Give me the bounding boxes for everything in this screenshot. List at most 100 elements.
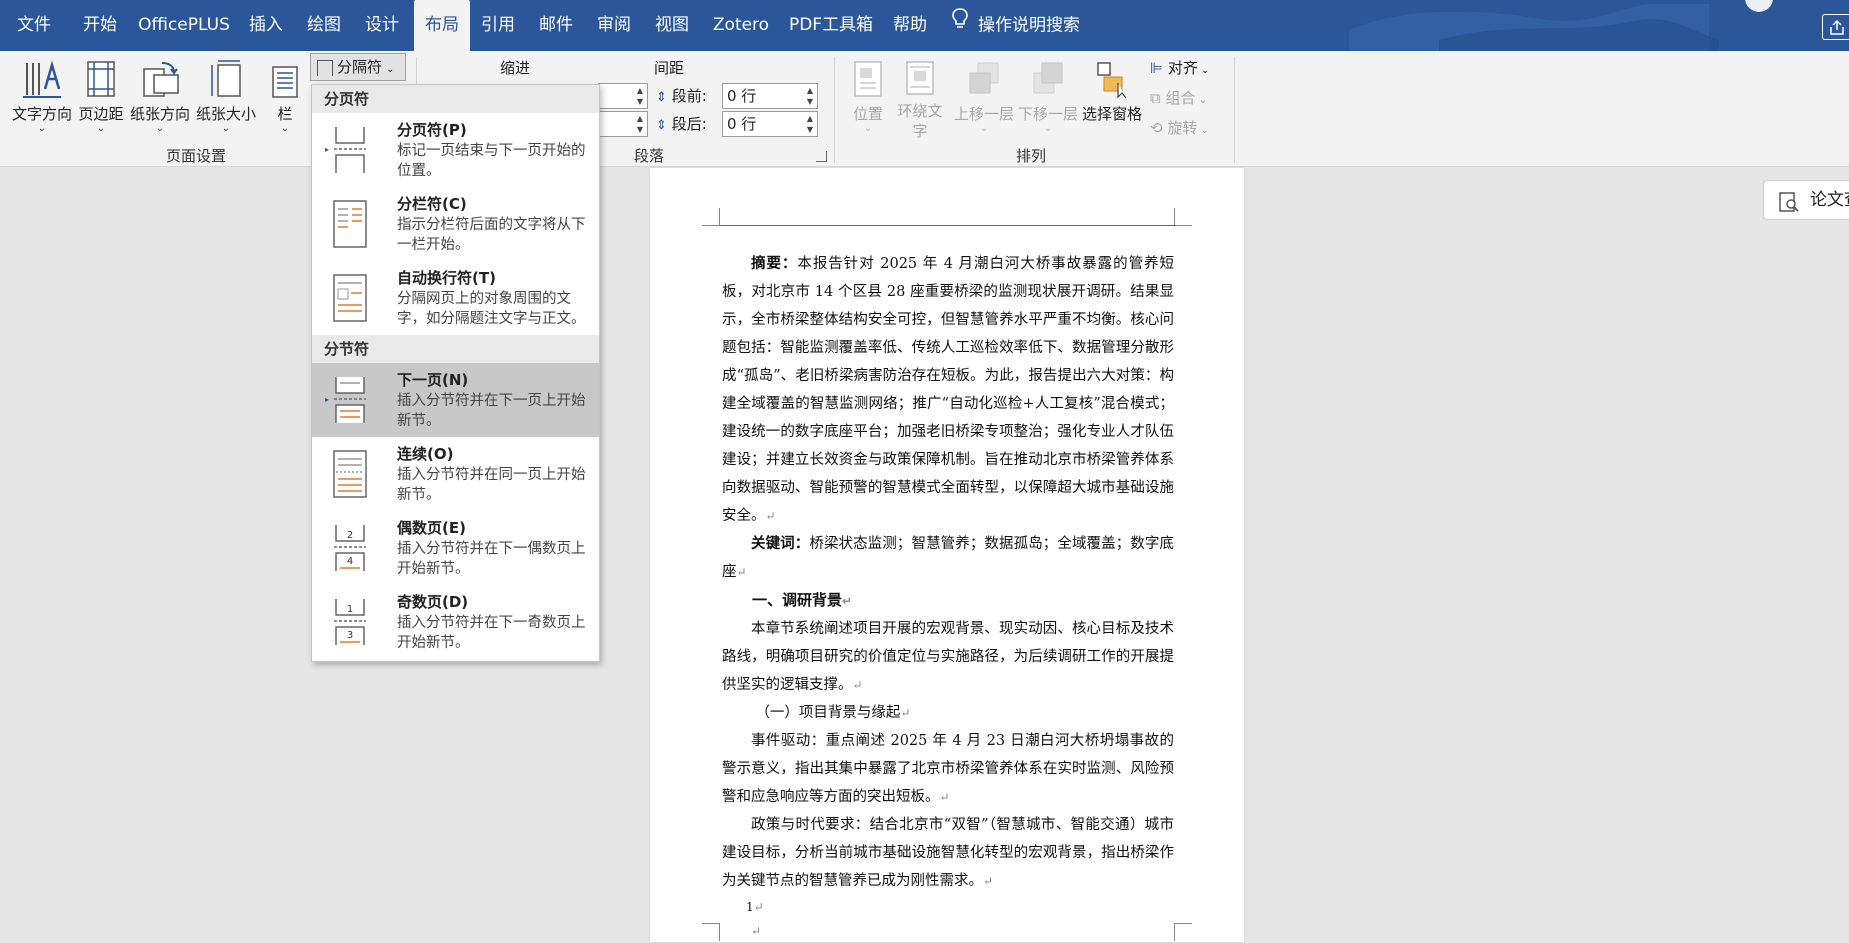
pointer-icon: ▸	[325, 395, 330, 404]
wrap-text-button[interactable]: 环绕文字	[894, 59, 946, 141]
tab-file[interactable]: 文件	[12, 0, 56, 51]
share-icon[interactable]	[1822, 14, 1849, 40]
space-after-label: ⇕ 段后:	[656, 115, 707, 133]
send-backward-icon	[1033, 62, 1063, 94]
breaks-icon	[317, 59, 333, 76]
tab-review[interactable]: 审阅	[592, 0, 636, 51]
pointer-icon: ▸	[325, 145, 330, 154]
chevron-down-icon: ⌄	[386, 64, 395, 75]
align-icon: ⊫	[1150, 59, 1164, 77]
item-description: 插入分节符并在下一奇数页上开始新节。	[397, 615, 586, 651]
header-rule	[720, 225, 1176, 226]
lightbulb-icon	[952, 0, 968, 51]
text-wrapping-break-item[interactable]: 自动换行符(T) 分隔网页上的对象周围的文字，如分隔题注文字与正文。	[312, 261, 599, 335]
rotate-button[interactable]: ⟲ 旋转 ⌄	[1150, 117, 1209, 138]
selection-pane-button[interactable]: 选择窗格	[1080, 59, 1144, 124]
crop-mark	[702, 923, 720, 941]
tab-home[interactable]: 开始	[78, 0, 122, 51]
spacing-label: 间距	[654, 59, 685, 77]
item-description: 分隔网页上的对象周围的文字，如分隔题注文字与正文。	[397, 291, 586, 327]
column-break-item[interactable]: 分栏符(C) 指示分栏符后面的文字将从下一栏开始。	[312, 187, 599, 261]
margins-button[interactable]: 页边距 ⌄	[76, 59, 126, 134]
orientation-button[interactable]: 纸张方向 ⌄	[128, 59, 192, 134]
spin-arrows: ▲ ▼	[636, 114, 644, 134]
crop-mark	[1174, 208, 1192, 226]
paragraph-dialog-launcher[interactable]	[816, 151, 827, 162]
continuous-item[interactable]: 连续(O) 插入分节符并在同一页上开始新节。	[312, 437, 599, 511]
abstract-paragraph: 摘要：本报告针对 2025 年 4 月潮白河大桥事故暴露的管养短板，对北京市 1…	[722, 256, 1175, 524]
heading-background: 一、调研背景↵	[752, 591, 853, 609]
column-break-icon	[333, 200, 367, 248]
item-title: 分页符(P)	[397, 121, 467, 139]
spin-arrows: ▲ ▼	[806, 86, 814, 106]
breaks-label: 分隔符	[337, 58, 383, 76]
even-page-item[interactable]: 24 偶数页(E) 插入分节符并在下一偶数页上开始新节。	[312, 511, 599, 585]
bring-forward-icon	[969, 62, 999, 94]
indent-label: 缩进	[500, 59, 531, 77]
columns-icon	[272, 66, 298, 98]
paper-size-icon	[211, 60, 241, 97]
tab-pdf-toolbox[interactable]: PDF工具箱	[788, 0, 874, 51]
indent-left-stepper[interactable]: ▲ ▼	[598, 83, 648, 109]
tab-officeplus[interactable]: OfficePLUS	[138, 0, 230, 51]
tab-view[interactable]: 视图	[650, 0, 694, 51]
keywords-paragraph: 关键词：桥梁状态监测；智慧管养；数据孤岛；全域覆盖；数字底座↵	[722, 536, 1174, 580]
space-after-stepper[interactable]: 0 行 ▲ ▼	[722, 111, 818, 137]
item-title: 连续(O)	[397, 445, 454, 463]
send-backward-label: 下移一层	[1017, 105, 1078, 123]
text-direction-button[interactable]: 文字方向 ⌄	[10, 59, 74, 134]
align-button[interactable]: ⊫ 对齐 ⌄	[1150, 57, 1209, 78]
space-before-stepper[interactable]: 0 行 ▲ ▼	[722, 83, 818, 109]
group-icon: ⧉	[1150, 89, 1161, 107]
title-decoration	[1289, 0, 1849, 51]
tell-me-search[interactable]: 操作说明搜索	[952, 0, 1092, 51]
rotate-icon: ⟲	[1150, 119, 1163, 137]
ribbon: 文字方向 ⌄ 页边距 ⌄ 纸张方向 ⌄ 纸张大小 ⌄ 栏 ⌄ 分隔符 ⌄ 页面设置…	[0, 51, 1849, 167]
tell-me-label: 操作说明搜索	[978, 15, 1080, 36]
abstract-label: 摘要：	[751, 256, 798, 272]
next-page-item[interactable]: ▸ 下一页(N) 插入分节符并在下一页上开始新节。	[312, 363, 599, 437]
size-button[interactable]: 纸张大小 ⌄	[194, 59, 258, 134]
page-break-item[interactable]: ▸ 分页符(P) 标记一页结束与下一页开始的位置。	[312, 113, 599, 187]
chevron-down-icon: ⌄	[1043, 123, 1053, 134]
crop-mark	[702, 208, 720, 226]
item-title: 自动换行符(T)	[397, 269, 496, 287]
item-description: 指示分栏符后面的文字将从下一栏开始。	[397, 217, 586, 253]
tab-draw[interactable]: 绘图	[302, 0, 346, 51]
tab-mailings[interactable]: 邮件	[534, 0, 578, 51]
item-description: 插入分节符并在下一页上开始新节。	[397, 393, 586, 429]
text-direction-icon	[23, 60, 61, 98]
position-icon	[854, 61, 882, 97]
tab-help[interactable]: 帮助	[888, 0, 932, 51]
item-title: 分栏符(C)	[397, 195, 467, 213]
continuous-icon	[333, 450, 367, 498]
group-button[interactable]: ⧉ 组合 ⌄	[1150, 87, 1207, 108]
bring-forward-button[interactable]: 上移一层 ⌄	[952, 59, 1016, 134]
document-page[interactable]: 摘要：本报告针对 2025 年 4 月潮白河大桥事故暴露的管养短板，对北京市 1…	[650, 168, 1244, 942]
tab-references[interactable]: 引用	[476, 0, 520, 51]
tab-layout[interactable]: 布局	[414, 0, 470, 51]
position-button[interactable]: 位置 ⌄	[846, 59, 890, 134]
item-title: 下一页(N)	[397, 371, 469, 389]
menu-bar: 文件 开始 OfficePLUS 插入 绘图 设计 布局 引用 邮件 审阅 视图…	[0, 0, 1849, 51]
tab-insert[interactable]: 插入	[244, 0, 288, 51]
svg-text:3: 3	[347, 630, 353, 641]
document-search-icon	[1778, 189, 1800, 227]
chevron-down-icon: ⌄	[863, 123, 873, 134]
arrange-group-label: 排列	[1016, 147, 1047, 165]
odd-page-item[interactable]: 13 奇数页(D) 插入分节符并在下一奇数页上开始新节。	[312, 585, 599, 659]
paper-check-button[interactable]: 论文查	[1763, 180, 1849, 220]
send-backward-button[interactable]: 下移一层 ⌄	[1016, 59, 1080, 134]
columns-button[interactable]: 栏 ⌄	[268, 59, 302, 134]
position-label: 位置	[852, 105, 883, 123]
tab-zotero[interactable]: Zotero	[710, 0, 772, 51]
space-before-label: ⇕ 段前:	[656, 87, 707, 105]
spin-arrows: ▲ ▼	[806, 114, 814, 134]
odd-page-icon: 13	[334, 599, 366, 645]
breaks-button[interactable]: 分隔符 ⌄	[310, 53, 406, 81]
tab-design[interactable]: 设计	[360, 0, 404, 51]
paragraph-group-label: 段落	[634, 147, 665, 165]
bring-forward-label: 上移一层	[953, 105, 1014, 123]
indent-right-stepper[interactable]: ▲ ▼	[598, 111, 648, 137]
document-body[interactable]: 摘要：本报告针对 2025 年 4 月潮白河大桥事故暴露的管养短板，对北京市 1…	[722, 250, 1174, 943]
